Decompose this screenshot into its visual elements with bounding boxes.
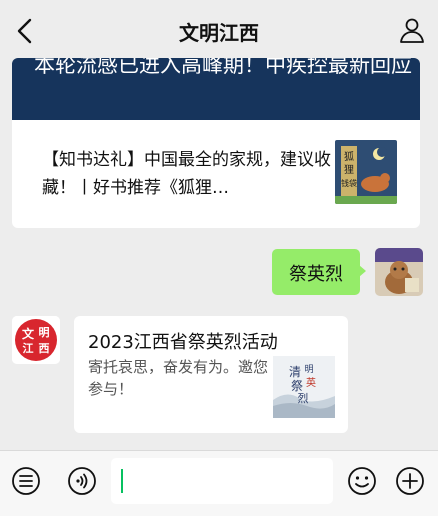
svg-text:西: 西 (39, 342, 50, 355)
chat-input-bar (0, 450, 438, 516)
svg-text:狸: 狸 (344, 164, 354, 176)
message-input[interactable] (111, 458, 333, 504)
svg-text:英: 英 (306, 376, 316, 389)
menu-list-icon[interactable] (10, 465, 42, 497)
voice-icon[interactable] (66, 465, 98, 497)
text-cursor (121, 469, 123, 493)
svg-text:狐: 狐 (344, 150, 354, 163)
svg-text:清: 清 (289, 365, 301, 379)
svg-text:明: 明 (304, 364, 313, 375)
svg-text:江: 江 (23, 341, 34, 355)
svg-text:烈: 烈 (298, 391, 309, 405)
article-thumbnail[interactable]: 狐 狸 钱袋 (335, 140, 397, 204)
my-avatar[interactable] (375, 248, 423, 296)
event-description: 寄托哀思，奋发有为。邀您参与！ (88, 358, 269, 398)
svg-text:钱袋: 钱袋 (341, 178, 357, 188)
event-thumbnail: 清 明 祭 英 烈 (273, 356, 335, 418)
my-message-text: 祭英烈 (289, 264, 343, 285)
bot-avatar[interactable]: 文 明 江 西 (12, 316, 60, 364)
plus-icon[interactable] (394, 465, 426, 497)
svg-text:明: 明 (39, 326, 50, 339)
bubble-tail (359, 265, 366, 277)
svg-text:文: 文 (22, 326, 35, 341)
svg-text:祭: 祭 (291, 379, 303, 393)
event-link-card[interactable]: 2023江西省祭英烈活动 寄托哀思，奋发有为。邀您参与！ 清 明 祭 英 烈 (74, 316, 348, 433)
emoji-icon[interactable] (346, 465, 378, 497)
event-title: 2023江西省祭英烈活动 (88, 332, 278, 353)
my-message-bubble[interactable]: 祭英烈 (272, 249, 366, 295)
article-item-title: 【知书达礼】中国最全的家规，建议收藏！丨好书推荐《狐狸… (42, 150, 331, 198)
